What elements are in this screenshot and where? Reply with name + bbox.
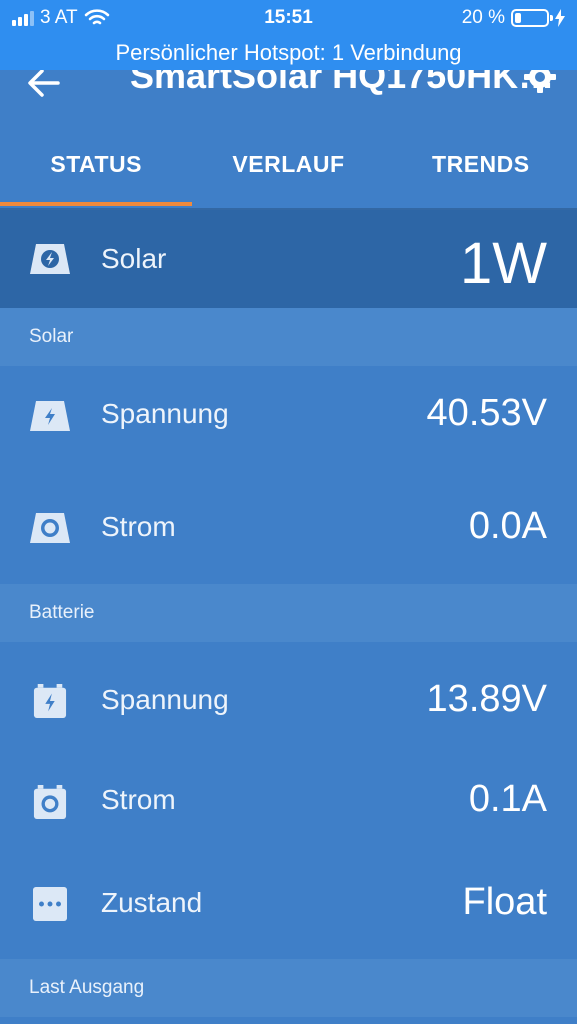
battery-current-value: 0.1A bbox=[468, 778, 547, 820]
solar-voltage-label: Spannung bbox=[101, 398, 229, 429]
app-header: SmartSolar HQ1750HK… STATUS VERLAUF TREN… bbox=[0, 70, 577, 210]
battery-current-row[interactable]: Strom 0.1A bbox=[0, 752, 577, 853]
section-header-load: Last Ausgang bbox=[0, 959, 577, 1017]
battery-voltage-row[interactable]: Spannung 13.89V bbox=[0, 642, 577, 752]
solar-panel-icon bbox=[30, 244, 70, 274]
battery-current-icon bbox=[33, 785, 67, 819]
solar-current-value: 0.0A bbox=[468, 505, 547, 547]
solar-current-icon bbox=[30, 513, 70, 543]
battery-voltage-icon bbox=[33, 684, 67, 718]
hotspot-banner[interactable]: Persönlicher Hotspot: 1 Verbindung bbox=[0, 36, 577, 70]
solar-power-value: 1W bbox=[460, 231, 547, 296]
device-title: SmartSolar HQ1750HK… bbox=[130, 70, 555, 96]
load-output-row-partial bbox=[0, 1017, 577, 1024]
battery-percent: 20 % bbox=[461, 7, 505, 28]
tab-verlauf[interactable]: VERLAUF bbox=[192, 136, 384, 208]
solar-voltage-row[interactable]: Spannung 40.53V bbox=[0, 366, 577, 467]
state-dots-icon bbox=[33, 887, 67, 921]
solar-voltage-icon bbox=[30, 401, 70, 431]
section-header-solar: Solar bbox=[0, 308, 577, 366]
gear-icon[interactable] bbox=[523, 70, 557, 102]
section-header-battery: Batterie bbox=[0, 584, 577, 642]
solar-power-label: Solar bbox=[101, 243, 167, 274]
status-right: 20 % bbox=[462, 7, 565, 29]
solar-voltage-value: 40.53V bbox=[426, 392, 547, 434]
solar-power-row[interactable]: Solar 1W bbox=[0, 210, 577, 308]
battery-voltage-value: 13.89V bbox=[426, 678, 547, 720]
tab-status[interactable]: STATUS bbox=[0, 136, 193, 208]
tab-trends[interactable]: TRENDS bbox=[385, 136, 577, 208]
back-arrow-icon[interactable] bbox=[26, 70, 60, 106]
battery-voltage-label: Spannung bbox=[101, 684, 229, 715]
battery-current-label: Strom bbox=[101, 784, 176, 815]
battery-state-row[interactable]: Zustand Float bbox=[0, 853, 577, 959]
status-bar: 3 AT 15:51 20 % bbox=[0, 0, 577, 36]
battery-icon bbox=[511, 9, 553, 27]
battery-state-value: Float bbox=[462, 881, 547, 923]
solar-current-label: Strom bbox=[101, 511, 176, 542]
charging-bolt-icon bbox=[555, 9, 565, 27]
battery-state-label: Zustand bbox=[101, 887, 203, 918]
solar-current-row[interactable]: Strom 0.0A bbox=[0, 467, 577, 584]
tab-bar: STATUS VERLAUF TRENDS bbox=[0, 136, 577, 208]
